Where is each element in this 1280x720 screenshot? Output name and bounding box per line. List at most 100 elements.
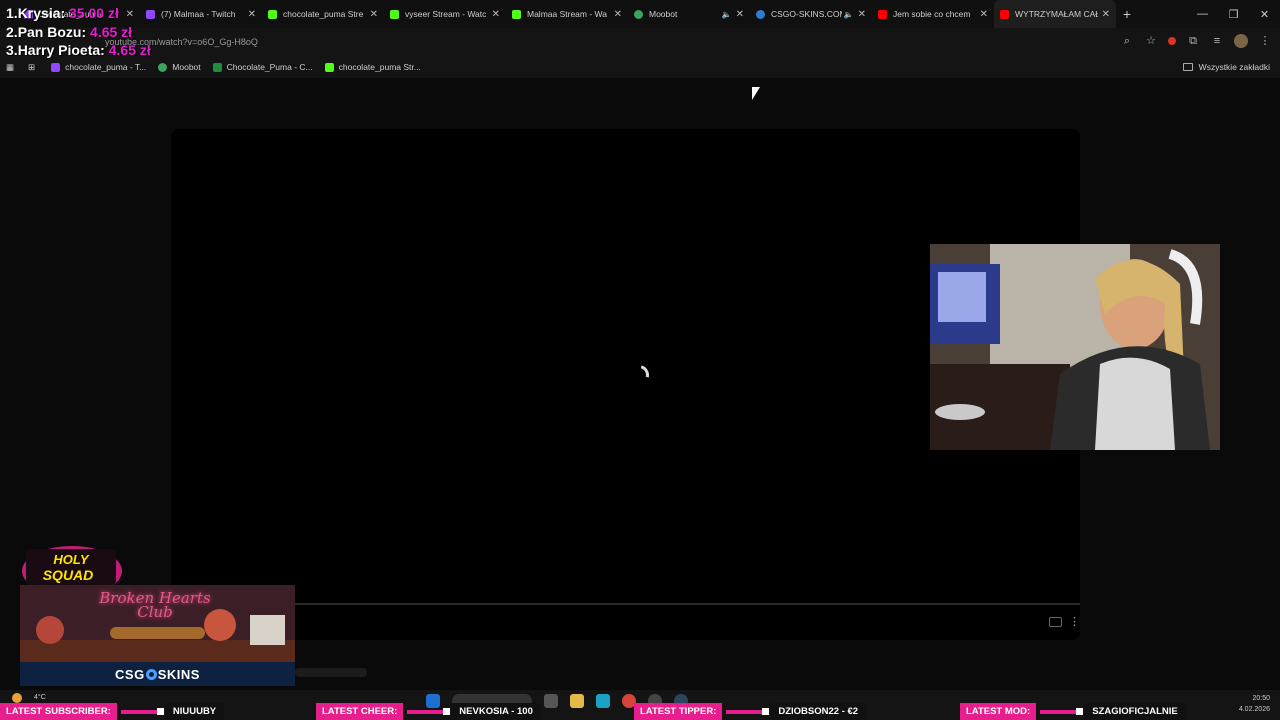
ticker-label: LATEST MOD: (960, 703, 1037, 720)
youtube-icon (1000, 9, 1009, 19)
tab-malmaa-twitch[interactable]: (7) Malmaa - Twitch ✕ (140, 0, 262, 28)
tip-amount: 35.00 zł (69, 5, 119, 21)
bookmark-item[interactable]: chocolate_puma - T... (51, 62, 146, 72)
bookmark-label: Chocolate_Puma - C... (226, 62, 313, 72)
profile-avatar-icon[interactable] (1234, 34, 1248, 48)
close-icon[interactable]: ✕ (736, 9, 744, 20)
tipper-name: Harry Pioeta: (17, 42, 105, 58)
toolbar-icons: ⌕ ☆ ⧉ ≡ ⋮ (1120, 34, 1272, 48)
club-title: Broken Hearts Club (99, 589, 211, 621)
sponsor-left: CSG (115, 666, 145, 682)
ticker-divider (407, 707, 451, 715)
bookmark-star-icon[interactable]: ☆ (1144, 34, 1158, 48)
kick-icon (324, 62, 334, 72)
ticker-label: LATEST CHEER: (316, 703, 404, 720)
tab-title: WYTRZYMAŁAM CAŁ (1015, 9, 1098, 19)
sponsor-right: SKINS (157, 666, 200, 682)
loading-spinner-icon (625, 361, 653, 389)
ticker-label: LATEST TIPPER: (634, 703, 723, 720)
all-bookmarks-label: Wszystkie zakładki (1198, 62, 1270, 72)
apps-grid-icon[interactable]: ⊞ (28, 62, 35, 73)
close-icon[interactable]: ✕ (492, 9, 500, 20)
tab-strip: chocolate_puma ✕ (7) Malmaa - Twitch ✕ c… (0, 0, 1280, 28)
sheets-icon (212, 62, 222, 72)
more-options-icon[interactable]: ⋮ (1069, 615, 1080, 628)
all-bookmarks-button[interactable]: Wszystkie zakładki (1182, 62, 1270, 72)
tipper-name: Krysia: (17, 5, 66, 21)
latest-cheer: LATEST CHEER: NEVKOSIA - 100 (316, 703, 541, 720)
ticker-label: LATEST SUBSCRIBER: (0, 703, 117, 720)
webcam-image (930, 244, 1220, 450)
close-icon[interactable]: ✕ (370, 9, 378, 20)
tab-title: vyseer Stream - Watc (405, 9, 487, 19)
scroll-indicator (295, 668, 367, 677)
ticker-divider (120, 707, 164, 715)
tab-vyseer-kick[interactable]: vyseer Stream - Watc ✕ (384, 0, 506, 28)
progress-bar[interactable] (171, 603, 1080, 605)
ticker-value: SZAGIOFICJALNIE (1084, 703, 1186, 720)
close-icon[interactable]: ✕ (614, 9, 622, 20)
bookmark-label: chocolate_puma - T... (65, 62, 147, 72)
bookmark-label: Moobot (172, 62, 201, 72)
tip-amount: 4.65 zł (90, 23, 133, 40)
kick-icon (390, 9, 399, 19)
tip-row: 2.Pan Bozu: 4.65 zł (6, 23, 133, 40)
moobot-icon (634, 9, 643, 19)
csgo-skins-logo-icon (145, 668, 157, 680)
broken-hearts-club-panel: Broken Hearts Club (20, 585, 295, 662)
zoom-icon[interactable]: ⌕ (1120, 34, 1134, 48)
bookmark-item[interactable]: Chocolate_Puma - C... (212, 62, 313, 72)
close-icon[interactable]: ✕ (248, 9, 256, 20)
tip-row: 1.Krysia: 35.00 zł (6, 5, 119, 21)
weather-icon[interactable] (12, 693, 22, 703)
tab-chocolate-puma-kick[interactable]: chocolate_puma Stre ✕ (262, 0, 384, 28)
folder-icon (1182, 63, 1193, 71)
tip-amount: 4.65 zł (108, 42, 151, 58)
temperature: 4°C (34, 694, 46, 701)
tab-title: CSGO-SKINS.COM (771, 9, 842, 19)
bookmark-item[interactable]: Moobot (158, 62, 201, 72)
svg-text:SQUAD: SQUAD (43, 567, 94, 583)
ticker-value: NIUUUBY (164, 703, 225, 720)
youtube-icon (878, 9, 887, 19)
twitch-icon (51, 62, 61, 72)
latest-subscriber: LATEST SUBSCRIBER: NIUUUBY (0, 703, 225, 720)
tab-title: Malmaa Stream - Wa (527, 9, 607, 19)
close-window-icon[interactable]: ✕ (1249, 8, 1280, 21)
close-icon[interactable]: ✕ (980, 9, 988, 20)
close-icon[interactable]: ✕ (858, 9, 866, 20)
minimize-icon[interactable]: — (1187, 8, 1218, 20)
restore-icon[interactable]: ❐ (1218, 8, 1249, 21)
tab-title: Moobot (649, 9, 678, 19)
speaker-icon[interactable]: 🔈 (844, 10, 854, 19)
bookmarks-grid-icon[interactable]: ▦ (6, 62, 14, 73)
ticker-value: NEVKOSIA - 100 (451, 703, 541, 720)
close-icon[interactable]: ✕ (1102, 9, 1110, 20)
svg-text:HOLY: HOLY (53, 552, 89, 567)
moobot-icon (158, 62, 168, 72)
bookmark-item[interactable]: chocolate_puma Str... (324, 62, 421, 72)
tip-row: 3.Harry Pioeta: 4.65 zł (6, 42, 151, 58)
tab-malmaa-kick[interactable]: Malmaa Stream - Wa ✕ (506, 0, 628, 28)
media-control-icon[interactable]: ≡ (1210, 34, 1224, 48)
subtitles-icon[interactable] (1049, 617, 1062, 627)
tab-moobot[interactable]: Moobot 🔈 ✕ (628, 0, 750, 28)
tab-youtube-jem-sobie[interactable]: Jem sobie co chcem ✕ (872, 0, 994, 28)
tab-youtube-active[interactable]: WYTRZYMAŁAM CAŁ ✕ (994, 0, 1116, 28)
new-tab-button[interactable]: + (1116, 6, 1138, 22)
mouse-cursor-icon (752, 87, 760, 100)
tipper-name: Pan Bozu: (17, 23, 87, 40)
screen: chocolate_puma ✕ (7) Malmaa - Twitch ✕ c… (0, 0, 1280, 720)
menu-dots-icon[interactable]: ⋮ (1258, 34, 1272, 48)
tab-csgo-skins[interactable]: CSGO-SKINS.COM 🔈 ✕ (750, 0, 872, 28)
latest-tipper: LATEST TIPPER: DZIOBSON22 - €2 (634, 703, 867, 720)
bookmarks-bar: ▦ ⊞ chocolate_puma - T... Moobot Chocola… (0, 56, 1280, 78)
stream-ticker: LATEST SUBSCRIBER: NIUUUBY LATEST CHEER:… (0, 703, 1280, 720)
speaker-icon[interactable]: 🔈 (722, 10, 732, 19)
address-bar: youtube.com/watch?v=o6O_Gg-H8oQ ⌕ ☆ ⧉ ≡ … (0, 28, 1280, 56)
extensions-icon[interactable]: ⧉ (1186, 34, 1200, 48)
csgo-skins-icon (756, 9, 765, 19)
csgo-skins-banner: CSG SKINS (20, 662, 295, 686)
tip-leaderboard: 1.Krysia: 35.00 zł 2.Pan Bozu: 4.65 zł 3… (6, 4, 151, 60)
record-icon[interactable] (1168, 37, 1176, 45)
